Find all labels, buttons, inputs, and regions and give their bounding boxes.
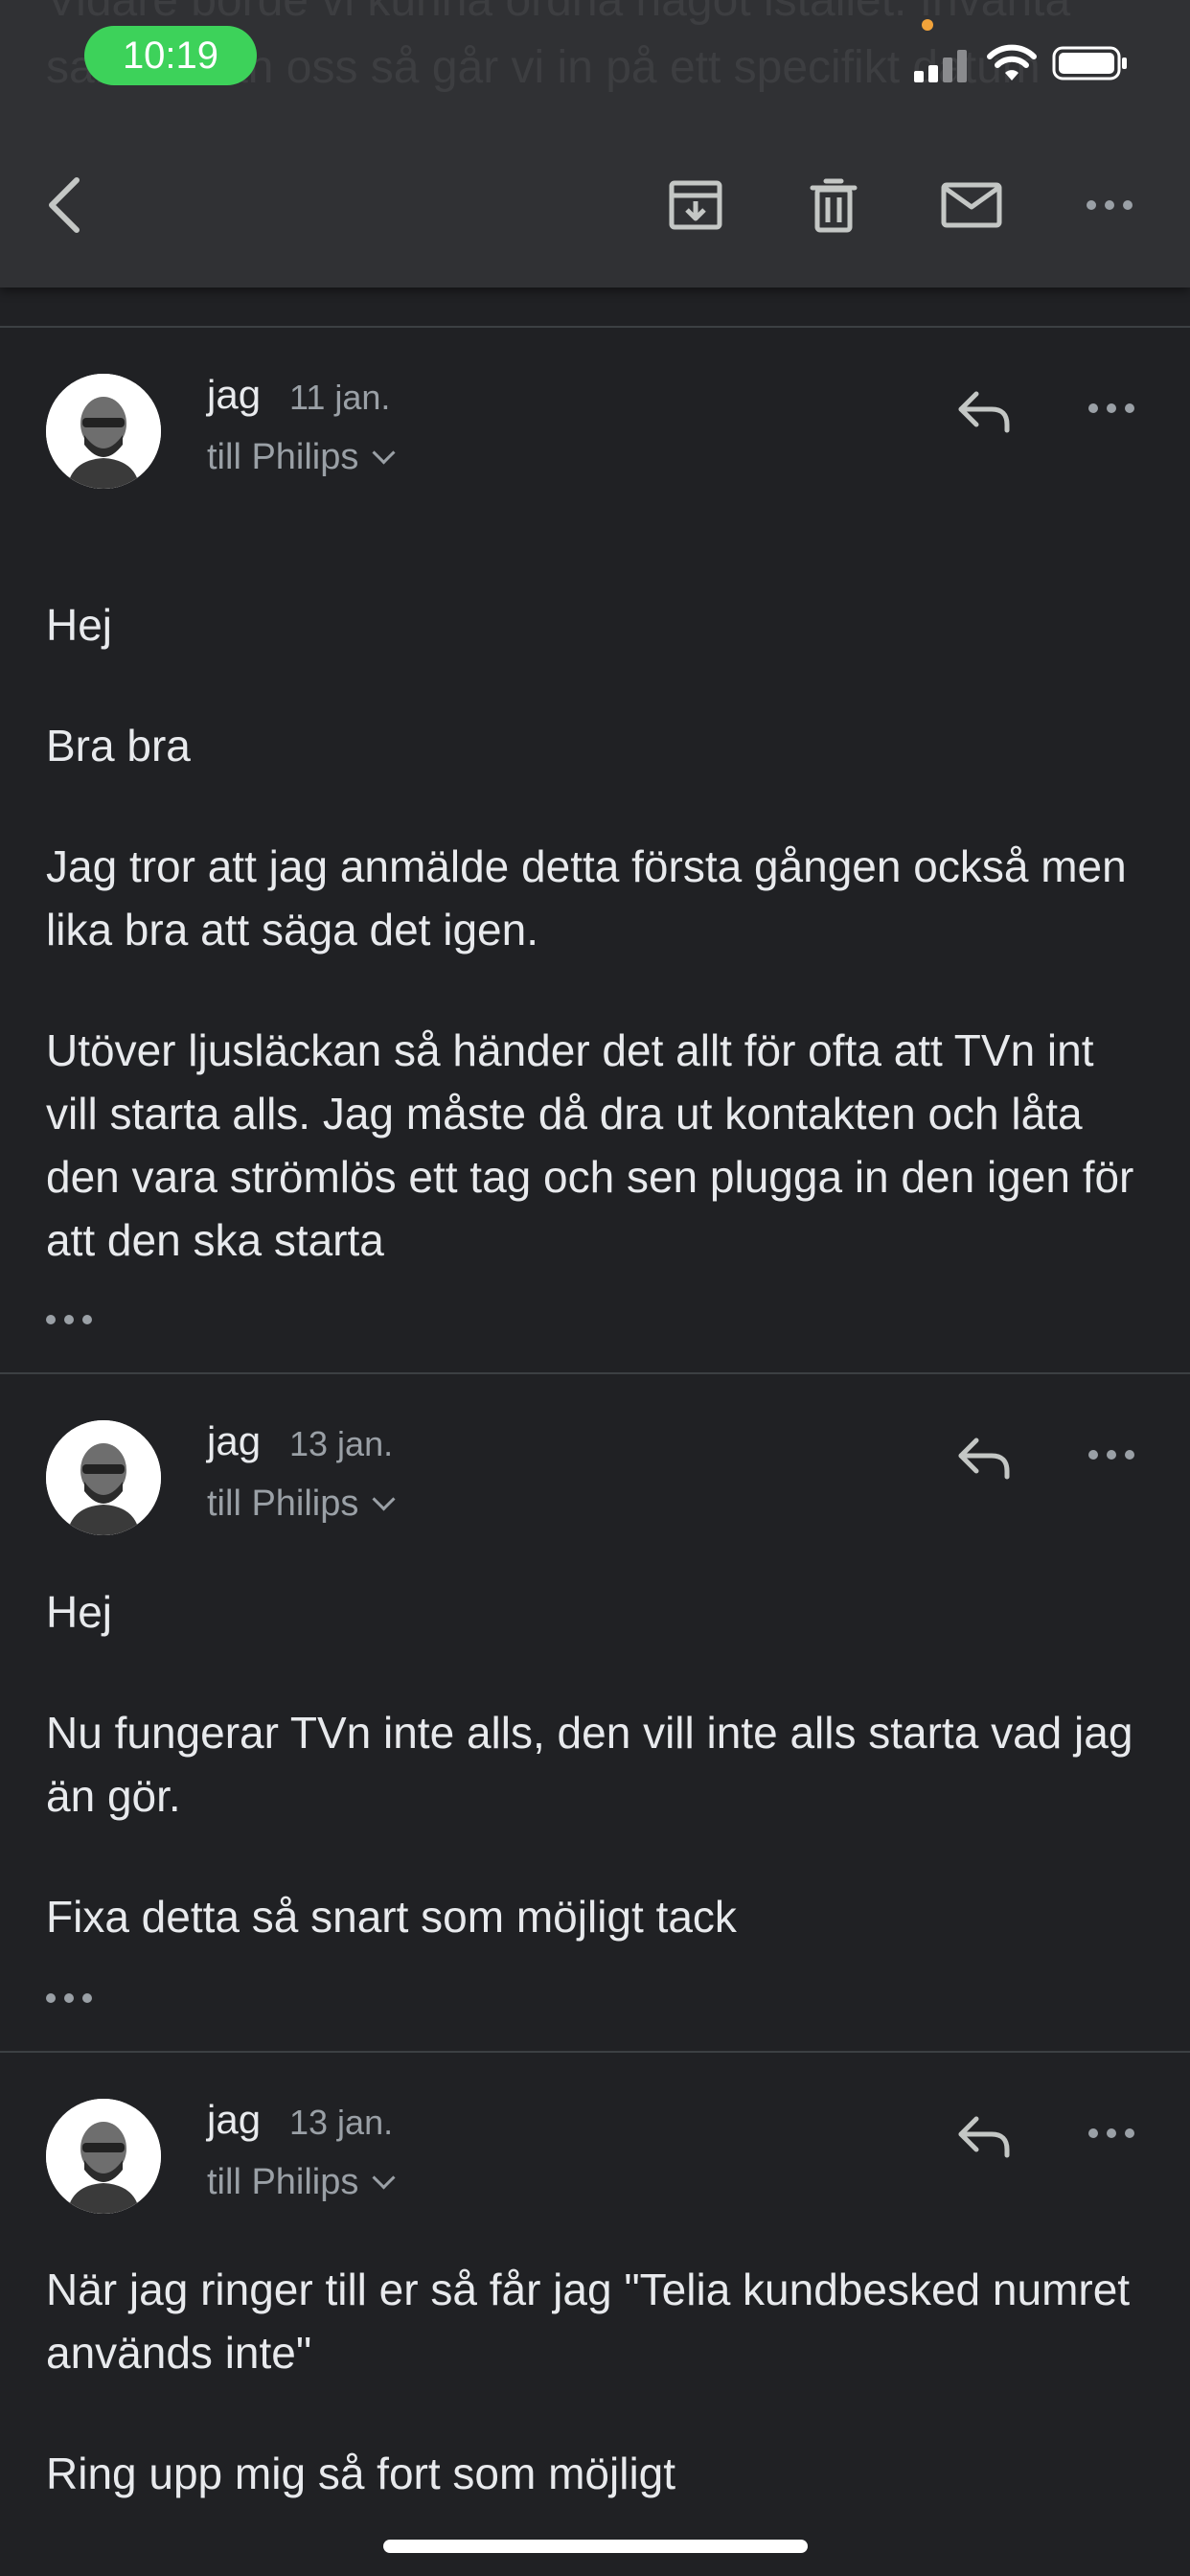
wifi-icon: [987, 44, 1037, 80]
reply-icon: [958, 391, 1010, 433]
recipient-label: till Philips: [207, 1484, 359, 1524]
reply-button[interactable]: [954, 2110, 1014, 2162]
message-header[interactable]: jag 11 jan. till Philips: [0, 372, 1190, 508]
delete-button[interactable]: [803, 174, 864, 236]
message-date: 13 jan.: [289, 2103, 394, 2142]
avatar-portrait: [46, 1420, 161, 1535]
message-header[interactable]: jag 13 jan. till Philips: [0, 2097, 1190, 2233]
message-paragraph: Hej: [46, 600, 113, 650]
message-more-button[interactable]: [1083, 2114, 1140, 2152]
chevron-down-icon: [372, 1487, 396, 1511]
more-horizontal-icon: [1088, 2128, 1134, 2138]
back-button[interactable]: [33, 174, 94, 236]
more-horizontal-icon: [1087, 200, 1133, 210]
message-paragraph: Bra bra: [46, 721, 191, 770]
recipient-details-toggle[interactable]: till Philips: [207, 1484, 396, 1525]
message-date: 13 jan.: [289, 1424, 394, 1463]
message-more-button[interactable]: [1083, 389, 1140, 427]
avatar-portrait: [46, 2099, 161, 2214]
top-app-bar: Vidare borde vi kunna ordna något iställ…: [0, 0, 1190, 288]
message-divider: [0, 2051, 1190, 2053]
avatar[interactable]: [46, 2099, 161, 2214]
avatar-portrait: [46, 374, 161, 489]
message-paragraph: Utöver ljusläckan så händer det allt för…: [46, 1025, 1134, 1265]
sender-name: jag: [207, 2097, 262, 2142]
show-trimmed-content-button[interactable]: [46, 1993, 92, 2003]
avatar[interactable]: [46, 374, 161, 489]
message-paragraph: Ring upp mig så fort som möjligt: [46, 2449, 676, 2498]
reply-button[interactable]: [954, 1432, 1014, 1484]
cellular-signal-icon: [914, 50, 968, 82]
message-paragraph: Jag tror att jag anmälde detta första gå…: [46, 841, 1127, 954]
message-paragraph: Fixa detta så snart som möjligt tack: [46, 1892, 737, 1942]
recipient-details-toggle[interactable]: till Philips: [207, 437, 396, 478]
privacy-indicator-dot: [922, 19, 933, 31]
more-horizontal-icon: [1088, 403, 1134, 413]
status-time: 10:19: [84, 26, 257, 85]
sender-name: jag: [207, 1418, 262, 1463]
archive-button[interactable]: [665, 174, 726, 236]
message-divider: [0, 326, 1190, 328]
sender-name: jag: [207, 372, 262, 417]
message-paragraph: Nu fungerar TVn inte alls, den vill inte…: [46, 1708, 1133, 1821]
archive-icon: [669, 180, 722, 230]
chevron-down-icon: [372, 441, 396, 465]
recipient-label: till Philips: [207, 2162, 359, 2202]
battery-icon: [1052, 46, 1127, 80]
ellipsis-icon: [46, 1993, 92, 2003]
more-options-button[interactable]: [1079, 174, 1140, 236]
reply-icon: [958, 1438, 1010, 1480]
message-paragraph: Hej: [46, 1587, 113, 1637]
show-trimmed-content-button[interactable]: [46, 1315, 92, 1324]
reply-button[interactable]: [954, 385, 1014, 437]
home-indicator[interactable]: [383, 2540, 808, 2553]
message-header[interactable]: jag 13 jan. till Philips: [0, 1418, 1190, 1554]
chevron-left-icon: [49, 177, 80, 233]
more-horizontal-icon: [1088, 1450, 1134, 1460]
message-paragraph: När jag ringer till er så får jag "Telia…: [46, 2265, 1131, 2378]
reply-icon: [958, 2116, 1010, 2158]
mark-unread-button[interactable]: [941, 174, 1002, 236]
mail-icon: [941, 182, 1002, 228]
chevron-down-icon: [372, 2166, 396, 2190]
message-divider: [0, 1372, 1190, 1374]
ellipsis-icon: [46, 1315, 92, 1324]
trash-icon: [810, 178, 858, 233]
recipient-label: till Philips: [207, 437, 359, 477]
message-more-button[interactable]: [1083, 1436, 1140, 1474]
message-date: 11 jan.: [289, 378, 391, 417]
avatar[interactable]: [46, 1420, 161, 1535]
recipient-details-toggle[interactable]: till Philips: [207, 2162, 396, 2203]
